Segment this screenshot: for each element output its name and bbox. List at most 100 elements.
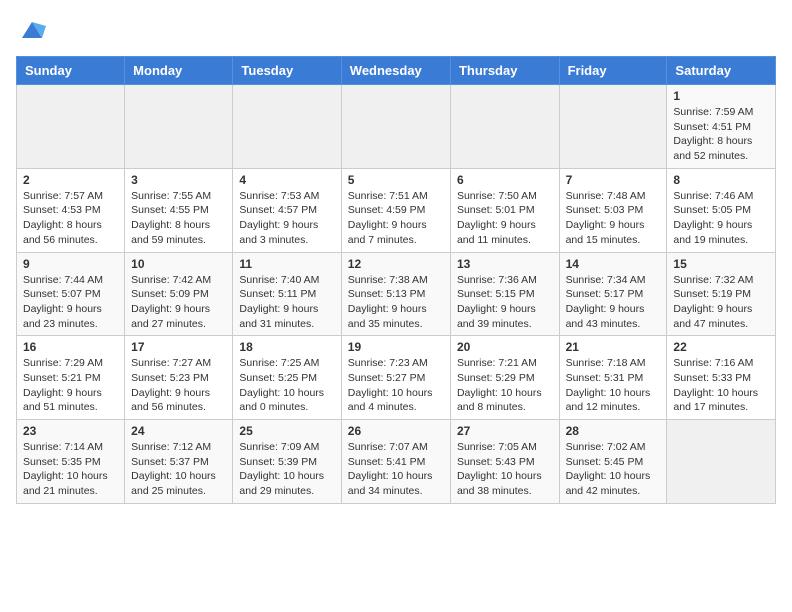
day-cell: 2 Sunrise: 7:57 AM Sunset: 4:53 PM Daylig… bbox=[17, 168, 125, 252]
week-row-4: 23 Sunrise: 7:14 AM Sunset: 5:35 PM Dayli… bbox=[17, 420, 776, 504]
day-number: 13 bbox=[457, 257, 553, 271]
day-number: 11 bbox=[239, 257, 334, 271]
day-number: 2 bbox=[23, 173, 118, 187]
week-row-2: 9 Sunrise: 7:44 AM Sunset: 5:07 PM Daylig… bbox=[17, 252, 776, 336]
day-number: 19 bbox=[348, 340, 444, 354]
day-cell: 12 Sunrise: 7:38 AM Sunset: 5:13 PM Dayli… bbox=[341, 252, 450, 336]
page-header bbox=[16, 16, 776, 44]
day-info: Sunrise: 7:25 AM Sunset: 5:25 PM Dayligh… bbox=[239, 356, 334, 415]
day-info: Sunrise: 7:55 AM Sunset: 4:55 PM Dayligh… bbox=[131, 189, 226, 248]
day-info: Sunrise: 7:40 AM Sunset: 5:11 PM Dayligh… bbox=[239, 273, 334, 332]
day-number: 21 bbox=[566, 340, 661, 354]
day-cell: 14 Sunrise: 7:34 AM Sunset: 5:17 PM Dayli… bbox=[559, 252, 667, 336]
day-cell: 24Sunrise: 7:12 AM Sunset: 5:37 PM Dayli… bbox=[125, 420, 233, 504]
day-cell bbox=[450, 85, 559, 169]
day-number: 16 bbox=[23, 340, 118, 354]
day-info: Sunrise: 7:38 AM Sunset: 5:13 PM Dayligh… bbox=[348, 273, 444, 332]
day-cell: 11 Sunrise: 7:40 AM Sunset: 5:11 PM Dayli… bbox=[233, 252, 341, 336]
day-number: 7 bbox=[566, 173, 661, 187]
day-info: Sunrise: 7:32 AM Sunset: 5:19 PM Dayligh… bbox=[673, 273, 769, 332]
day-number: 20 bbox=[457, 340, 553, 354]
day-info: Sunrise: 7:36 AM Sunset: 5:15 PM Dayligh… bbox=[457, 273, 553, 332]
day-cell bbox=[559, 85, 667, 169]
day-cell: 13 Sunrise: 7:36 AM Sunset: 5:15 PM Dayli… bbox=[450, 252, 559, 336]
logo-icon bbox=[18, 16, 46, 44]
page-container: SundayMondayTuesdayWednesdayThursdayFrid… bbox=[0, 0, 792, 512]
day-info: Sunrise: 7:14 AM Sunset: 5:35 PM Dayligh… bbox=[23, 440, 118, 499]
day-cell: 22 Sunrise: 7:16 AM Sunset: 5:33 PM Dayli… bbox=[667, 336, 776, 420]
day-info: Sunrise: 7:42 AM Sunset: 5:09 PM Dayligh… bbox=[131, 273, 226, 332]
day-number: 25 bbox=[239, 424, 334, 438]
day-cell: 1 Sunrise: 7:59 AM Sunset: 4:51 PM Daylig… bbox=[667, 85, 776, 169]
day-cell: 10 Sunrise: 7:42 AM Sunset: 5:09 PM Dayli… bbox=[125, 252, 233, 336]
day-cell: 17 Sunrise: 7:27 AM Sunset: 5:23 PM Dayli… bbox=[125, 336, 233, 420]
day-number: 6 bbox=[457, 173, 553, 187]
calendar-table: SundayMondayTuesdayWednesdayThursdayFrid… bbox=[16, 56, 776, 504]
calendar-header: SundayMondayTuesdayWednesdayThursdayFrid… bbox=[17, 57, 776, 85]
day-cell bbox=[341, 85, 450, 169]
week-row-1: 2 Sunrise: 7:57 AM Sunset: 4:53 PM Daylig… bbox=[17, 168, 776, 252]
day-number: 12 bbox=[348, 257, 444, 271]
day-number: 9 bbox=[23, 257, 118, 271]
day-cell: 15Sunrise: 7:32 AM Sunset: 5:19 PM Dayli… bbox=[667, 252, 776, 336]
day-cell: 5 Sunrise: 7:51 AM Sunset: 4:59 PM Daylig… bbox=[341, 168, 450, 252]
day-number: 3 bbox=[131, 173, 226, 187]
day-info: Sunrise: 7:29 AM Sunset: 5:21 PM Dayligh… bbox=[23, 356, 118, 415]
day-info: Sunrise: 7:21 AM Sunset: 5:29 PM Dayligh… bbox=[457, 356, 553, 415]
col-header-wednesday: Wednesday bbox=[341, 57, 450, 85]
day-cell: 3 Sunrise: 7:55 AM Sunset: 4:55 PM Daylig… bbox=[125, 168, 233, 252]
day-number: 4 bbox=[239, 173, 334, 187]
col-header-sunday: Sunday bbox=[17, 57, 125, 85]
day-info: Sunrise: 7:09 AM Sunset: 5:39 PM Dayligh… bbox=[239, 440, 334, 499]
day-info: Sunrise: 7:50 AM Sunset: 5:01 PM Dayligh… bbox=[457, 189, 553, 248]
day-number: 5 bbox=[348, 173, 444, 187]
day-info: Sunrise: 7:53 AM Sunset: 4:57 PM Dayligh… bbox=[239, 189, 334, 248]
day-cell: 26 Sunrise: 7:07 AM Sunset: 5:41 PM Dayli… bbox=[341, 420, 450, 504]
day-cell: 16 Sunrise: 7:29 AM Sunset: 5:21 PM Dayli… bbox=[17, 336, 125, 420]
col-header-tuesday: Tuesday bbox=[233, 57, 341, 85]
day-cell: 25 Sunrise: 7:09 AM Sunset: 5:39 PM Dayli… bbox=[233, 420, 341, 504]
day-cell: 18Sunrise: 7:25 AM Sunset: 5:25 PM Dayli… bbox=[233, 336, 341, 420]
day-info: Sunrise: 7:44 AM Sunset: 5:07 PM Dayligh… bbox=[23, 273, 118, 332]
day-cell bbox=[233, 85, 341, 169]
day-info: Sunrise: 7:59 AM Sunset: 4:51 PM Dayligh… bbox=[673, 105, 769, 164]
calendar-body: 1 Sunrise: 7:59 AM Sunset: 4:51 PM Daylig… bbox=[17, 85, 776, 504]
day-number: 17 bbox=[131, 340, 226, 354]
day-cell: 28Sunrise: 7:02 AM Sunset: 5:45 PM Dayli… bbox=[559, 420, 667, 504]
day-info: Sunrise: 7:23 AM Sunset: 5:27 PM Dayligh… bbox=[348, 356, 444, 415]
day-number: 23 bbox=[23, 424, 118, 438]
day-number: 28 bbox=[566, 424, 661, 438]
week-row-0: 1 Sunrise: 7:59 AM Sunset: 4:51 PM Daylig… bbox=[17, 85, 776, 169]
day-number: 24 bbox=[131, 424, 226, 438]
day-number: 14 bbox=[566, 257, 661, 271]
day-cell: 19 Sunrise: 7:23 AM Sunset: 5:27 PM Dayli… bbox=[341, 336, 450, 420]
day-number: 10 bbox=[131, 257, 226, 271]
day-number: 22 bbox=[673, 340, 769, 354]
day-info: Sunrise: 7:16 AM Sunset: 5:33 PM Dayligh… bbox=[673, 356, 769, 415]
day-info: Sunrise: 7:48 AM Sunset: 5:03 PM Dayligh… bbox=[566, 189, 661, 248]
day-info: Sunrise: 7:27 AM Sunset: 5:23 PM Dayligh… bbox=[131, 356, 226, 415]
day-cell bbox=[125, 85, 233, 169]
day-cell: 27Sunrise: 7:05 AM Sunset: 5:43 PM Dayli… bbox=[450, 420, 559, 504]
day-cell bbox=[667, 420, 776, 504]
day-number: 8 bbox=[673, 173, 769, 187]
day-info: Sunrise: 7:57 AM Sunset: 4:53 PM Dayligh… bbox=[23, 189, 118, 248]
day-cell: 6 Sunrise: 7:50 AM Sunset: 5:01 PM Daylig… bbox=[450, 168, 559, 252]
day-cell: 7 Sunrise: 7:48 AM Sunset: 5:03 PM Daylig… bbox=[559, 168, 667, 252]
day-info: Sunrise: 7:07 AM Sunset: 5:41 PM Dayligh… bbox=[348, 440, 444, 499]
week-row-3: 16 Sunrise: 7:29 AM Sunset: 5:21 PM Dayli… bbox=[17, 336, 776, 420]
day-cell: 20 Sunrise: 7:21 AM Sunset: 5:29 PM Dayli… bbox=[450, 336, 559, 420]
logo bbox=[16, 16, 46, 44]
day-number: 26 bbox=[348, 424, 444, 438]
day-cell: 21Sunrise: 7:18 AM Sunset: 5:31 PM Dayli… bbox=[559, 336, 667, 420]
day-number: 1 bbox=[673, 89, 769, 103]
day-cell: 23 Sunrise: 7:14 AM Sunset: 5:35 PM Dayli… bbox=[17, 420, 125, 504]
day-info: Sunrise: 7:46 AM Sunset: 5:05 PM Dayligh… bbox=[673, 189, 769, 248]
day-info: Sunrise: 7:51 AM Sunset: 4:59 PM Dayligh… bbox=[348, 189, 444, 248]
day-info: Sunrise: 7:34 AM Sunset: 5:17 PM Dayligh… bbox=[566, 273, 661, 332]
header-row: SundayMondayTuesdayWednesdayThursdayFrid… bbox=[17, 57, 776, 85]
day-cell: 9 Sunrise: 7:44 AM Sunset: 5:07 PM Daylig… bbox=[17, 252, 125, 336]
col-header-thursday: Thursday bbox=[450, 57, 559, 85]
col-header-friday: Friday bbox=[559, 57, 667, 85]
day-cell bbox=[17, 85, 125, 169]
